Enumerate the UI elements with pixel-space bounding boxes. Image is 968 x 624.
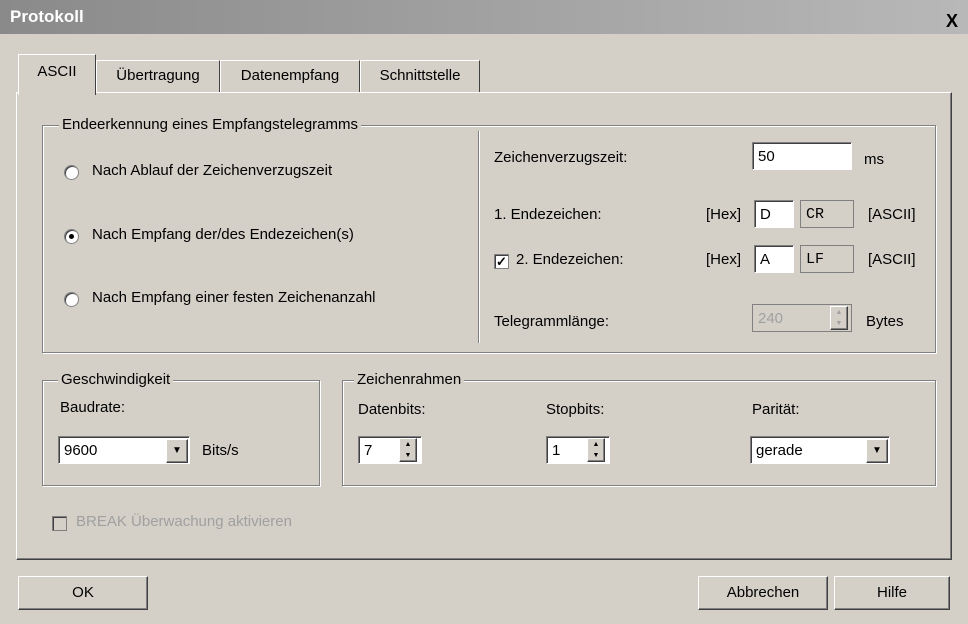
end1-label: 1. Endezeichen: — [494, 206, 602, 223]
radio-feste-zeichenanzahl[interactable] — [64, 292, 79, 307]
title-bar: Protokoll X — [0, 0, 968, 34]
end1-ascii-display: CR — [800, 200, 854, 228]
length-label: Telegrammlänge: — [494, 313, 610, 330]
end1-ascii-label: [ASCII] — [868, 206, 916, 223]
stopbits-label: Stopbits: — [546, 401, 605, 418]
databits-label: Datenbits: — [358, 401, 426, 418]
tab-uebertragung[interactable]: Übertragung — [96, 60, 220, 93]
break-label: BREAK Überwachung aktivieren — [76, 513, 292, 530]
frame-legend: Zeichenrahmen — [354, 371, 465, 388]
delay-input[interactable]: 50 — [752, 142, 852, 170]
delay-unit: ms — [864, 151, 884, 168]
baud-label: Baudrate: — [60, 399, 126, 416]
length-unit: Bytes — [866, 313, 904, 330]
tab-ascii[interactable]: ASCII — [18, 54, 96, 95]
radio-endezeichen[interactable] — [64, 229, 79, 244]
speed-legend: Geschwindigkeit — [58, 371, 174, 388]
radio-zeichenverzugszeit[interactable] — [64, 165, 79, 180]
end2-hex-input[interactable]: A — [754, 245, 794, 273]
radio-zeichenverzugszeit-label: Nach Ablauf der Zeichenverzugszeit — [92, 162, 333, 179]
frame-group — [342, 380, 936, 486]
end1-hex-input[interactable]: D — [754, 200, 794, 228]
chevron-down-icon[interactable]: ▼ — [866, 439, 888, 463]
radio-feste-zeichenanzahl-label: Nach Empfang einer festen Zeichenanzahl — [92, 289, 376, 306]
end2-ascii-label: [ASCII] — [868, 251, 916, 268]
cancel-button[interactable]: Abbrechen — [698, 576, 828, 610]
databits-spinner[interactable]: ▲ ▼ — [399, 438, 417, 462]
spin-down-icon[interactable]: ▼ — [400, 450, 416, 462]
radio-endezeichen-label: Nach Empfang der/des Endezeichen(s) — [92, 226, 354, 243]
end2-label: 2. Endezeichen: — [516, 251, 624, 268]
ok-button[interactable]: OK — [18, 576, 148, 610]
spin-down-icon[interactable]: ▼ — [588, 450, 604, 462]
break-checkbox[interactable] — [52, 516, 67, 531]
spin-down-icon[interactable]: ▼ — [831, 318, 847, 330]
delay-label: Zeichenverzugszeit: — [494, 149, 628, 166]
parity-label: Parität: — [752, 401, 800, 418]
tab-schnittstelle[interactable]: Schnittstelle — [360, 60, 480, 93]
radio-selected-dot — [69, 234, 74, 239]
tab-datenempfang[interactable]: Datenempfang — [220, 60, 360, 93]
end2-ascii-display: LF — [800, 245, 854, 273]
group-divider — [478, 131, 479, 343]
baud-unit: Bits/s — [202, 442, 239, 459]
end-detection-legend: Endeerkennung eines Empfangstelegramms — [59, 116, 362, 133]
window-title: Protokoll — [10, 7, 84, 26]
chevron-down-icon[interactable]: ▼ — [166, 439, 188, 463]
end2-hex-label: [Hex] — [706, 251, 742, 268]
help-button[interactable]: Hilfe — [834, 576, 950, 610]
speed-group — [42, 380, 320, 486]
close-icon[interactable]: X — [946, 11, 968, 31]
end1-hex-label: [Hex] — [706, 206, 742, 223]
length-spinner[interactable]: ▲ ▼ — [830, 306, 848, 330]
stopbits-spinner[interactable]: ▲ ▼ — [587, 438, 605, 462]
end2-checkbox[interactable]: ✓ — [494, 254, 509, 269]
